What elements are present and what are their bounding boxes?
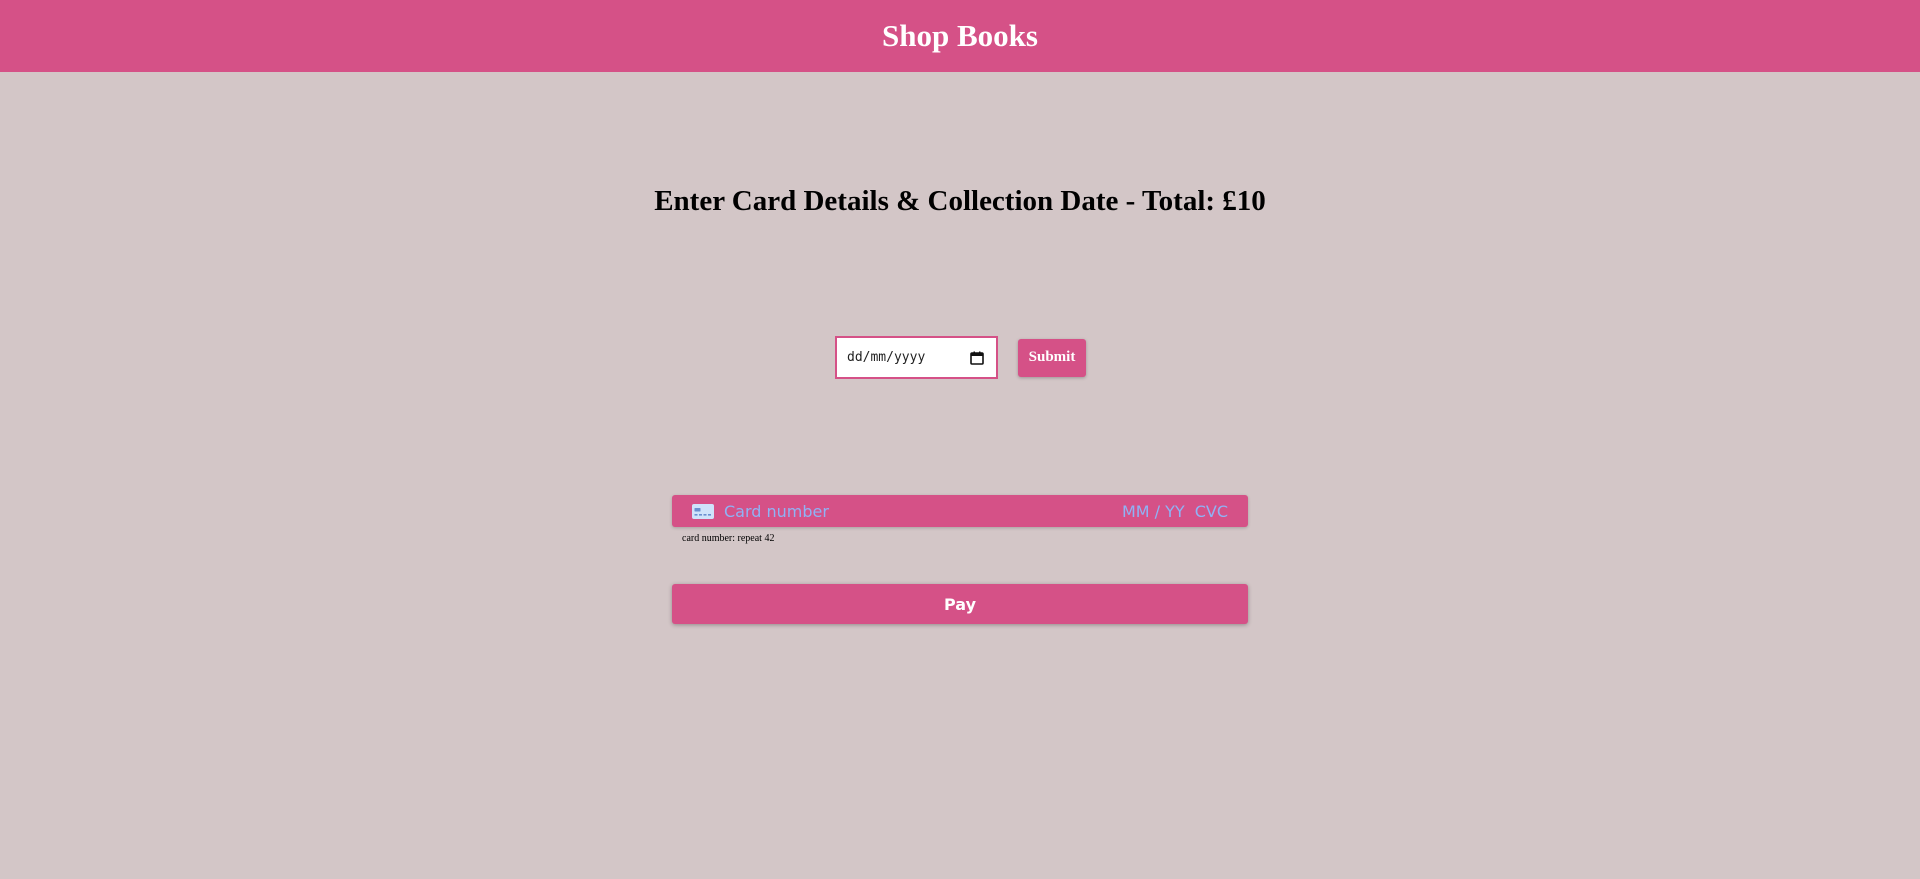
date-placeholder: dd/mm/yyyy [847,350,926,365]
pay-button[interactable]: Pay [672,584,1248,624]
site-title: Shop Books [882,18,1038,53]
card-expiry-input[interactable]: MM / YY [1122,502,1185,521]
page-title: Enter Card Details & Collection Date - T… [654,185,1266,217]
credit-card-icon [692,503,714,519]
submit-date-button[interactable]: Submit [1018,338,1086,377]
card-number-input[interactable]: Card number [724,502,1122,521]
collection-date-form: dd/mm/yyyy Submit [835,336,1086,379]
card-details-field[interactable]: Card number MM / YY CVC [672,495,1248,527]
calendar-icon[interactable] [970,351,984,365]
card-error-message: card number: repeat 42 [682,533,775,544]
card-cvc-input[interactable]: CVC [1195,502,1228,521]
collection-date-input[interactable]: dd/mm/yyyy [835,336,998,379]
site-header: Shop Books [0,0,1920,72]
